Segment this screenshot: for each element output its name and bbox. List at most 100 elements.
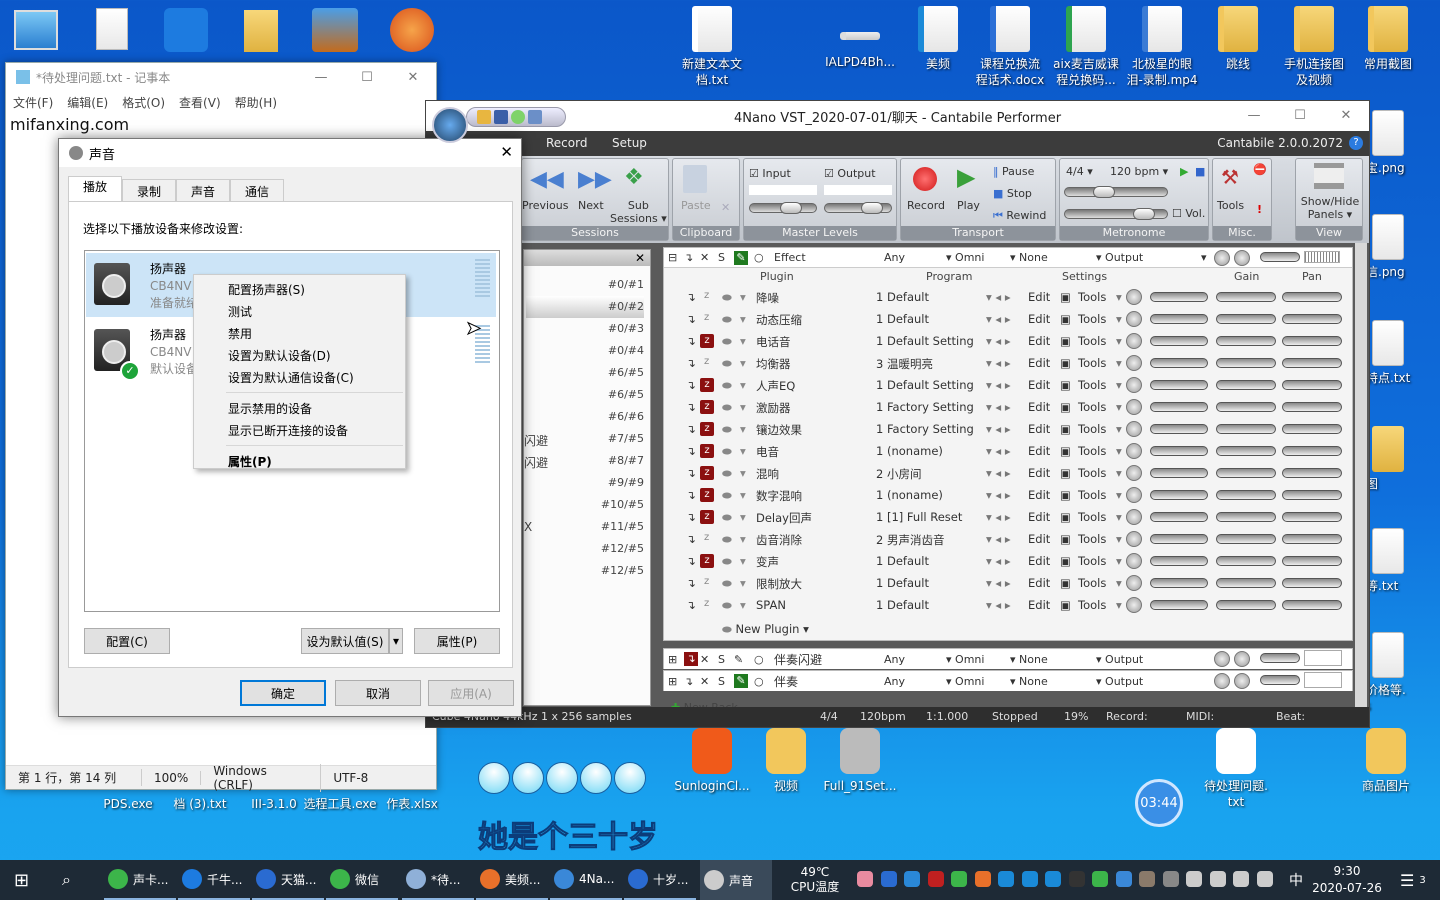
bypass-active-icon[interactable]: z bbox=[700, 488, 714, 502]
paste-button[interactable]: Paste bbox=[681, 199, 711, 212]
pause-button[interactable]: ‖ Pause bbox=[993, 165, 1034, 178]
edit-button[interactable]: Edit bbox=[1028, 488, 1050, 502]
pan-slider[interactable] bbox=[1282, 292, 1342, 302]
desktop-icon[interactable]: 课程兑换流 程话术.docx bbox=[970, 6, 1050, 88]
gain-slider[interactable] bbox=[1150, 380, 1208, 390]
rack-gain-slider[interactable] bbox=[1260, 675, 1300, 685]
bpm-dropdown[interactable]: 120 bpm ▾ bbox=[1110, 165, 1168, 178]
gain-slider[interactable] bbox=[1216, 468, 1276, 478]
route-dropdown[interactable]: ▾ None bbox=[1010, 653, 1048, 666]
pan-slider[interactable] bbox=[1282, 468, 1342, 478]
gain-slider[interactable] bbox=[1150, 490, 1208, 500]
pan-slider[interactable] bbox=[1282, 490, 1342, 500]
chevron-down-icon[interactable]: ▾ bbox=[740, 400, 746, 414]
menu-show-disabled[interactable]: 显示禁用的设备 bbox=[194, 397, 405, 419]
taskbar-app[interactable]: 声音 bbox=[700, 860, 772, 900]
program-name[interactable]: 1 Factory Setting bbox=[876, 422, 974, 436]
taskbar-app[interactable]: 微信 bbox=[326, 860, 398, 900]
knob-icon[interactable] bbox=[1234, 673, 1250, 689]
delete-icon[interactable]: ✕ bbox=[721, 201, 730, 214]
tray-icon[interactable] bbox=[998, 871, 1014, 887]
tray-icon[interactable] bbox=[927, 871, 944, 887]
menu-properties[interactable]: 属性(P) bbox=[194, 450, 405, 472]
ime-indicator[interactable]: 中 bbox=[1289, 860, 1303, 900]
edit-button[interactable]: Edit bbox=[1028, 356, 1050, 370]
gain-slider[interactable] bbox=[1216, 600, 1276, 610]
app-orb-button[interactable] bbox=[432, 107, 468, 143]
tab-communications[interactable]: 通信 bbox=[230, 179, 285, 203]
tools-dropdown[interactable]: Tools bbox=[1078, 598, 1106, 612]
bypass-icon[interactable]: z bbox=[704, 576, 709, 587]
rewind-button[interactable]: ⏮ Rewind bbox=[993, 209, 1046, 223]
tray-icon[interactable] bbox=[1115, 871, 1132, 887]
menu-test[interactable]: 测试 bbox=[194, 300, 405, 322]
tray-icon[interactable] bbox=[1162, 871, 1179, 887]
gain-slider[interactable] bbox=[1216, 446, 1276, 456]
gain-slider[interactable] bbox=[1216, 512, 1276, 522]
route-icon[interactable]: ↴ bbox=[684, 675, 693, 688]
tray-icon[interactable] bbox=[1068, 871, 1085, 887]
pan-slider[interactable] bbox=[1282, 336, 1342, 346]
plugin-name[interactable]: 激励器 bbox=[756, 400, 791, 416]
tab-sounds[interactable]: 声音 bbox=[176, 179, 231, 203]
tray-icon[interactable] bbox=[880, 871, 897, 887]
program-nav[interactable]: ▾ ◂ ▸ bbox=[986, 510, 1011, 524]
menu-show-disconnected[interactable]: 显示已断开连接的设备 bbox=[194, 419, 405, 441]
metronome-play-icon[interactable]: ▶ bbox=[1180, 165, 1188, 178]
qianniu-icon[interactable] bbox=[164, 8, 208, 52]
program-nav[interactable]: ▾ ◂ ▸ bbox=[986, 422, 1011, 436]
gain-slider[interactable] bbox=[1216, 292, 1276, 302]
stop-button[interactable]: ■ Stop bbox=[993, 187, 1032, 200]
channel-dropdown[interactable]: ▾ Omni bbox=[946, 653, 984, 666]
knob-icon[interactable] bbox=[1126, 597, 1142, 613]
gain-slider[interactable] bbox=[1150, 512, 1208, 522]
plugin-name[interactable]: 均衡器 bbox=[756, 356, 791, 372]
gain-slider[interactable] bbox=[1216, 336, 1276, 346]
desktop-icon[interactable]: IALPD4Bh... bbox=[820, 32, 900, 70]
edit-tool-icon[interactable]: ✎ bbox=[734, 674, 748, 688]
bypass-icon[interactable]: z bbox=[704, 532, 709, 543]
route-icon[interactable]: ↴ bbox=[686, 444, 696, 458]
program-nav[interactable]: ▾ ◂ ▸ bbox=[986, 312, 1011, 326]
search-icon[interactable]: ⌕ bbox=[62, 860, 71, 900]
tray-icon[interactable] bbox=[1139, 871, 1155, 887]
sound-dialog-titlebar[interactable]: 声音 ✕ bbox=[59, 139, 521, 167]
chevron-down-icon[interactable]: ▾ bbox=[740, 532, 746, 546]
gain-slider[interactable] bbox=[1150, 600, 1208, 610]
desktop-icon[interactable]: aix麦吉威课 程兑换码... bbox=[1046, 6, 1126, 88]
chevron-down-icon[interactable]: ▾ bbox=[740, 444, 746, 458]
edit-button[interactable]: Edit bbox=[1028, 576, 1050, 590]
program-name[interactable]: 1 Default Setting bbox=[876, 334, 974, 348]
route-icon[interactable]: ↴ bbox=[686, 378, 696, 392]
tools-dropdown[interactable]: Tools bbox=[1078, 554, 1106, 568]
tools-dropdown[interactable]: Tools bbox=[1078, 444, 1106, 458]
route-active-icon[interactable]: ↴ bbox=[684, 652, 698, 666]
knob-icon[interactable] bbox=[1126, 399, 1142, 415]
apply-button[interactable]: 应用(A) bbox=[428, 680, 514, 706]
vol-checkbox[interactable]: ☐ Vol. bbox=[1172, 207, 1205, 220]
tray-icon[interactable] bbox=[1233, 871, 1249, 887]
chevron-down-icon[interactable]: ▾ bbox=[740, 290, 746, 304]
desktop-icon[interactable]: 待处理问题. txt bbox=[1196, 728, 1276, 810]
desktop-icon[interactable]: 北极星的眼 泪-录制.mp4 bbox=[1122, 6, 1202, 88]
route-icon[interactable]: ↴ bbox=[686, 290, 696, 304]
desktop-icon-label[interactable]: 选程工具.exe bbox=[300, 796, 380, 812]
tools-dropdown[interactable]: Tools bbox=[1078, 510, 1106, 524]
maximize-button[interactable]: ☐ bbox=[1277, 101, 1323, 129]
knob-icon[interactable] bbox=[1126, 333, 1142, 349]
chevron-down-icon[interactable]: ▾ bbox=[740, 356, 746, 370]
plugin-name[interactable]: 镶边效果 bbox=[756, 422, 802, 438]
session-item[interactable]: #0/#4 bbox=[526, 340, 644, 362]
set-default-dropdown[interactable]: ▾ bbox=[389, 628, 403, 654]
minimize-button[interactable]: — bbox=[1231, 101, 1277, 129]
expand-icon[interactable]: ⊞ bbox=[668, 675, 677, 688]
knob-icon[interactable] bbox=[1126, 443, 1142, 459]
properties-button[interactable]: 属性(P) bbox=[414, 628, 500, 654]
desktop-icon-label[interactable]: PDS.exe bbox=[88, 796, 168, 812]
knob-icon[interactable] bbox=[1126, 377, 1142, 393]
bypass-active-icon[interactable]: z bbox=[700, 378, 714, 392]
record-button[interactable]: Record bbox=[907, 199, 945, 212]
knob-icon[interactable] bbox=[1126, 355, 1142, 371]
solo-icon[interactable]: S bbox=[718, 675, 725, 688]
chevron-down-icon[interactable]: ▾ bbox=[740, 466, 746, 480]
